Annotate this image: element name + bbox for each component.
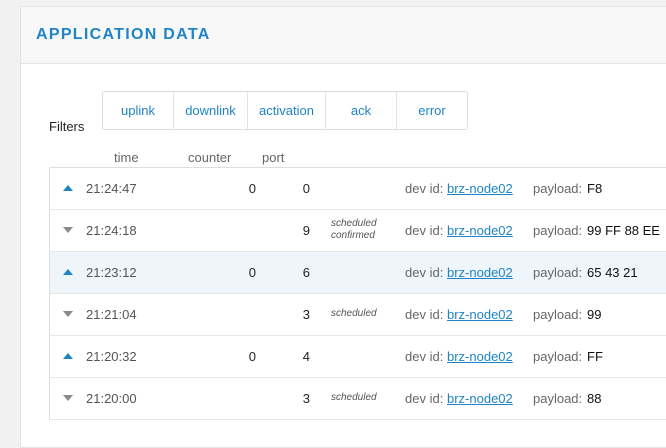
time-cell: 21:23:12 (86, 265, 137, 280)
filter-uplink-button[interactable]: uplink (103, 92, 174, 129)
dev-id-link[interactable]: brz-node02 (447, 223, 513, 238)
table-row[interactable]: 21:20:32 0 4 dev id: brz-node02 payload: FF (50, 336, 666, 378)
column-header-counter: counter (188, 150, 232, 165)
port-cell: 9 (302, 223, 310, 238)
time-cell: 21:21:04 (86, 307, 137, 322)
port-cell: 3 (302, 391, 310, 406)
table-row[interactable]: 21:24:18 9 scheduled confirmed dev id: brz-no… (50, 210, 666, 252)
payload-value: FF (587, 349, 603, 364)
triangle-up-icon (63, 269, 73, 275)
counter-cell: 0 (248, 265, 256, 280)
payload-label: payload: (533, 181, 583, 196)
counter-cell: 0 (248, 349, 256, 364)
payload-value: 99 FF 88 EE (587, 223, 660, 238)
flag-confirmed: confirmed (331, 230, 375, 241)
time-cell: 21:20:00 (86, 391, 137, 406)
flag-scheduled: scheduled (331, 392, 377, 403)
filter-downlink-button[interactable]: downlink (174, 92, 248, 129)
dev-id-label: dev id: (405, 349, 444, 364)
flag-scheduled: scheduled (331, 308, 377, 319)
payload-label: payload: (533, 307, 583, 322)
dev-id-label: dev id: (405, 223, 444, 238)
panel-header: APPLICATION DATA (21, 7, 666, 64)
filters-label: Filters (49, 119, 85, 134)
application-data-panel: APPLICATION DATA Filters uplink downlink… (20, 6, 666, 448)
filter-ack-button[interactable]: ack (326, 92, 397, 129)
counter-cell: 0 (248, 181, 256, 196)
dev-id-link[interactable]: brz-node02 (447, 349, 513, 364)
triangle-up-icon (63, 353, 73, 359)
time-cell: 21:24:18 (86, 223, 137, 238)
port-cell: 3 (302, 307, 310, 322)
time-cell: 21:20:32 (86, 349, 137, 364)
dev-id-label: dev id: (405, 307, 444, 322)
dev-id-label: dev id: (405, 265, 444, 280)
dev-id-label: dev id: (405, 181, 444, 196)
triangle-up-icon (63, 185, 73, 191)
port-cell: 4 (302, 349, 310, 364)
port-cell: 6 (302, 265, 310, 280)
dev-id-label: dev id: (405, 391, 444, 406)
triangle-down-icon (63, 395, 73, 401)
flag-scheduled: scheduled (331, 218, 377, 229)
payload-value: 65 43 21 (587, 265, 638, 280)
filter-error-button[interactable]: error (397, 92, 467, 129)
payload-label: payload: (533, 265, 583, 280)
dev-id-link[interactable]: brz-node02 (447, 391, 513, 406)
payload-value: 88 (587, 391, 602, 406)
triangle-down-icon (63, 227, 73, 233)
table-row[interactable]: 21:23:12 0 6 dev id: brz-node02 payload: 65 43… (50, 252, 666, 294)
table-row[interactable]: 21:21:04 3 scheduled dev id: brz-node02 paylo… (50, 294, 666, 336)
payload-label: payload: (533, 223, 583, 238)
messages-table: 21:24:47 0 0 dev id: brz-node02 payload: F8 21:… (49, 167, 666, 420)
dev-id-link[interactable]: brz-node02 (447, 181, 513, 196)
filter-button-group: uplink downlink activation ack error (102, 91, 468, 130)
message-flags: scheduled confirmed (331, 218, 377, 242)
dev-id-link[interactable]: brz-node02 (447, 307, 513, 322)
payload-value: 99 (587, 307, 602, 322)
payload-label: payload: (533, 349, 583, 364)
time-cell: 21:24:47 (86, 181, 137, 196)
filter-activation-button[interactable]: activation (248, 92, 326, 129)
table-row[interactable]: 21:20:00 3 scheduled dev id: brz-node02 paylo… (50, 378, 666, 420)
panel-title: APPLICATION DATA (36, 26, 211, 43)
message-flags: scheduled (331, 308, 377, 320)
dev-id-link[interactable]: brz-node02 (447, 265, 513, 280)
triangle-down-icon (63, 311, 73, 317)
column-header-time: time (114, 150, 139, 165)
port-cell: 0 (302, 181, 310, 196)
table-row[interactable]: 21:24:47 0 0 dev id: brz-node02 payload: F8 (50, 168, 666, 210)
message-flags: scheduled (331, 392, 377, 404)
column-header-port: port (262, 150, 285, 165)
payload-value: F8 (587, 181, 603, 196)
payload-label: payload: (533, 391, 583, 406)
